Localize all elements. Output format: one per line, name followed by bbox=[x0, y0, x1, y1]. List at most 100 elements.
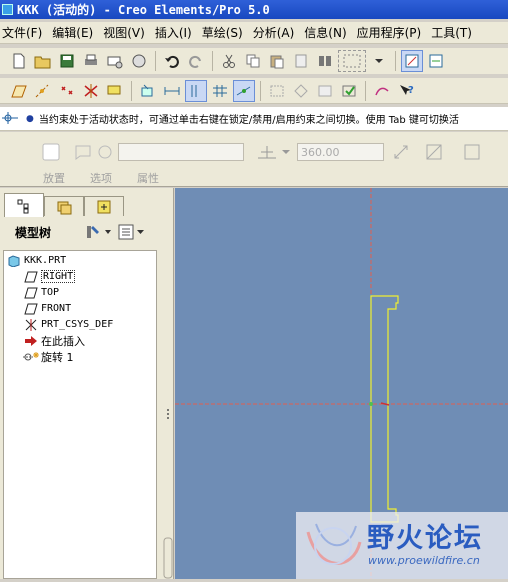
paste-icon[interactable] bbox=[266, 50, 288, 72]
tree-item-right[interactable]: RIGHT bbox=[23, 269, 76, 284]
sketch-setup-icon[interactable] bbox=[137, 80, 159, 102]
menu-bar: 文件(F) 编辑(E) 视图(V) 插入(I) 草绘(S) 分析(A) 信息(N… bbox=[0, 22, 508, 44]
vertex-display-icon[interactable] bbox=[233, 79, 255, 102]
flip-direction-icon[interactable] bbox=[391, 142, 411, 162]
menu-file[interactable]: 文件(F) bbox=[0, 24, 50, 41]
shade-closed-loop-icon[interactable] bbox=[314, 80, 336, 102]
axis-collector-field[interactable] bbox=[118, 143, 244, 161]
surface-icon[interactable] bbox=[73, 142, 93, 162]
toolbar-separator bbox=[155, 51, 156, 71]
panel-splitter[interactable] bbox=[162, 250, 174, 579]
toolbar-separator bbox=[365, 80, 366, 101]
sketch-origin-point bbox=[369, 402, 373, 406]
datum-plane-icon bbox=[23, 270, 39, 284]
menu-tools[interactable]: 工具(T) bbox=[429, 24, 480, 41]
tab-model-tree[interactable] bbox=[4, 193, 44, 217]
paste-special-icon[interactable] bbox=[290, 50, 312, 72]
datum-plane-icon bbox=[23, 286, 39, 300]
coordinate-system-icon bbox=[23, 318, 39, 332]
message-area: ● 当约束处于活动状态时，可通过单击右键在锁定/禁用/启用约束之间切换。使用 T… bbox=[0, 107, 508, 131]
menu-edit[interactable]: 编辑(E) bbox=[50, 24, 101, 41]
menu-view[interactable]: 视图(V) bbox=[101, 24, 153, 41]
forum-watermark: 野火论坛 www.proewildfire.cn bbox=[296, 512, 508, 579]
send-mail-icon[interactable] bbox=[104, 50, 126, 72]
tree-item-top[interactable]: TOP bbox=[23, 285, 59, 300]
copy-icon[interactable] bbox=[242, 50, 264, 72]
thicken-icon[interactable] bbox=[462, 142, 482, 162]
menu-sketch[interactable]: 草绘(S) bbox=[200, 24, 251, 41]
overlapping-geometry-icon[interactable] bbox=[290, 80, 312, 102]
sketch-profile bbox=[370, 295, 399, 523]
datum-point-icon[interactable] bbox=[56, 80, 78, 102]
shaded-open-ends-icon[interactable] bbox=[266, 80, 288, 102]
cut-icon[interactable] bbox=[218, 50, 240, 72]
menu-info[interactable]: 信息(N) bbox=[302, 24, 354, 41]
model-tree: KKK.PRT RIGHT TOP FRONT PRT_CSYS_DEF 在此插… bbox=[3, 250, 157, 579]
angle-value-field[interactable]: 360.00 bbox=[297, 143, 384, 161]
revolve-feature-icon bbox=[23, 350, 39, 364]
constraint-display-icon[interactable] bbox=[185, 79, 207, 102]
tab-folder-browser[interactable] bbox=[44, 196, 84, 216]
datum-csys-icon[interactable] bbox=[80, 80, 102, 102]
tab-placement[interactable]: 放置 bbox=[43, 170, 65, 186]
model-tree-header: 模型树 bbox=[0, 218, 174, 246]
toolbar-separator bbox=[212, 51, 213, 71]
tab-favorites[interactable] bbox=[84, 196, 124, 216]
new-file-icon[interactable] bbox=[8, 50, 30, 72]
watermark-url: www.proewildfire.cn bbox=[368, 554, 480, 567]
tab-options[interactable]: 选项 bbox=[90, 170, 112, 186]
regenerate-icon[interactable] bbox=[314, 50, 336, 72]
dimension-display-icon[interactable] bbox=[161, 80, 183, 102]
axis-collector-icon[interactable] bbox=[95, 142, 115, 162]
print-icon[interactable] bbox=[80, 50, 102, 72]
revolve-dashboard: 360.00 放置 选项 属性 bbox=[0, 132, 508, 187]
datum-axis-icon[interactable] bbox=[32, 80, 54, 102]
sketch-toolbar: ? bbox=[0, 78, 508, 104]
tree-item-front[interactable]: FRONT bbox=[23, 301, 71, 316]
sketch-tool-icon[interactable] bbox=[425, 50, 447, 72]
send-link-icon[interactable] bbox=[128, 50, 150, 72]
redo-icon[interactable] bbox=[185, 50, 207, 72]
part-icon bbox=[6, 254, 22, 268]
standard-toolbar bbox=[0, 48, 508, 74]
status-message: 当约束处于活动状态时，可通过单击右键在锁定/禁用/启用约束之间切换。使用 Tab… bbox=[38, 115, 459, 126]
datum-plane-icon[interactable] bbox=[8, 80, 30, 102]
toolbar-separator bbox=[395, 51, 396, 71]
dropdown-arrow-icon[interactable] bbox=[368, 50, 390, 72]
context-help-icon[interactable]: ? bbox=[395, 80, 417, 102]
tree-item-revolve[interactable]: 旋转 1 bbox=[23, 349, 74, 364]
window-title: KKK (活动的) - Creo Elements/Pro 5.0 bbox=[17, 3, 270, 17]
selection-filter-icon[interactable] bbox=[338, 50, 366, 72]
model-tree-title: 模型树 bbox=[15, 225, 52, 240]
angle-value: 360.00 bbox=[301, 145, 340, 159]
analysis-feature-icon[interactable] bbox=[104, 80, 126, 102]
tab-properties[interactable]: 属性 bbox=[137, 170, 159, 186]
grid-display-icon[interactable] bbox=[209, 80, 231, 102]
undo-icon[interactable] bbox=[161, 50, 183, 72]
watermark-title: 野火论坛 bbox=[367, 523, 483, 554]
datum-plane-icon bbox=[23, 302, 39, 316]
menu-analysis[interactable]: 分析(A) bbox=[251, 24, 303, 41]
check-sketch-icon[interactable] bbox=[338, 80, 360, 102]
remove-material-icon[interactable] bbox=[424, 142, 444, 162]
solid-icon[interactable] bbox=[41, 142, 61, 162]
tree-item-csys[interactable]: PRT_CSYS_DEF bbox=[23, 317, 113, 332]
menu-insert[interactable]: 插入(I) bbox=[153, 24, 200, 41]
svg-text:?: ? bbox=[408, 85, 414, 96]
sketch-view-icon[interactable] bbox=[401, 50, 423, 72]
open-folder-icon[interactable] bbox=[32, 50, 54, 72]
angle-option-icon[interactable] bbox=[255, 142, 279, 162]
menu-applications[interactable]: 应用程序(P) bbox=[355, 24, 430, 41]
insert-arrow-icon bbox=[23, 334, 39, 348]
tree-item-part[interactable]: KKK.PRT bbox=[6, 253, 66, 268]
angle-option-dropdown-icon[interactable] bbox=[280, 142, 292, 162]
tree-item-insert-here[interactable]: 在此插入 bbox=[23, 333, 85, 348]
sketcher-diagnostics-icon[interactable] bbox=[371, 80, 393, 102]
save-icon[interactable] bbox=[56, 50, 78, 72]
message-marker-icon bbox=[2, 111, 20, 128]
message-bullet-icon: ● bbox=[26, 113, 34, 124]
toolbar-separator bbox=[131, 80, 132, 101]
settings-icon[interactable] bbox=[85, 223, 111, 241]
app-icon bbox=[2, 4, 13, 15]
show-options-icon[interactable] bbox=[117, 223, 147, 241]
